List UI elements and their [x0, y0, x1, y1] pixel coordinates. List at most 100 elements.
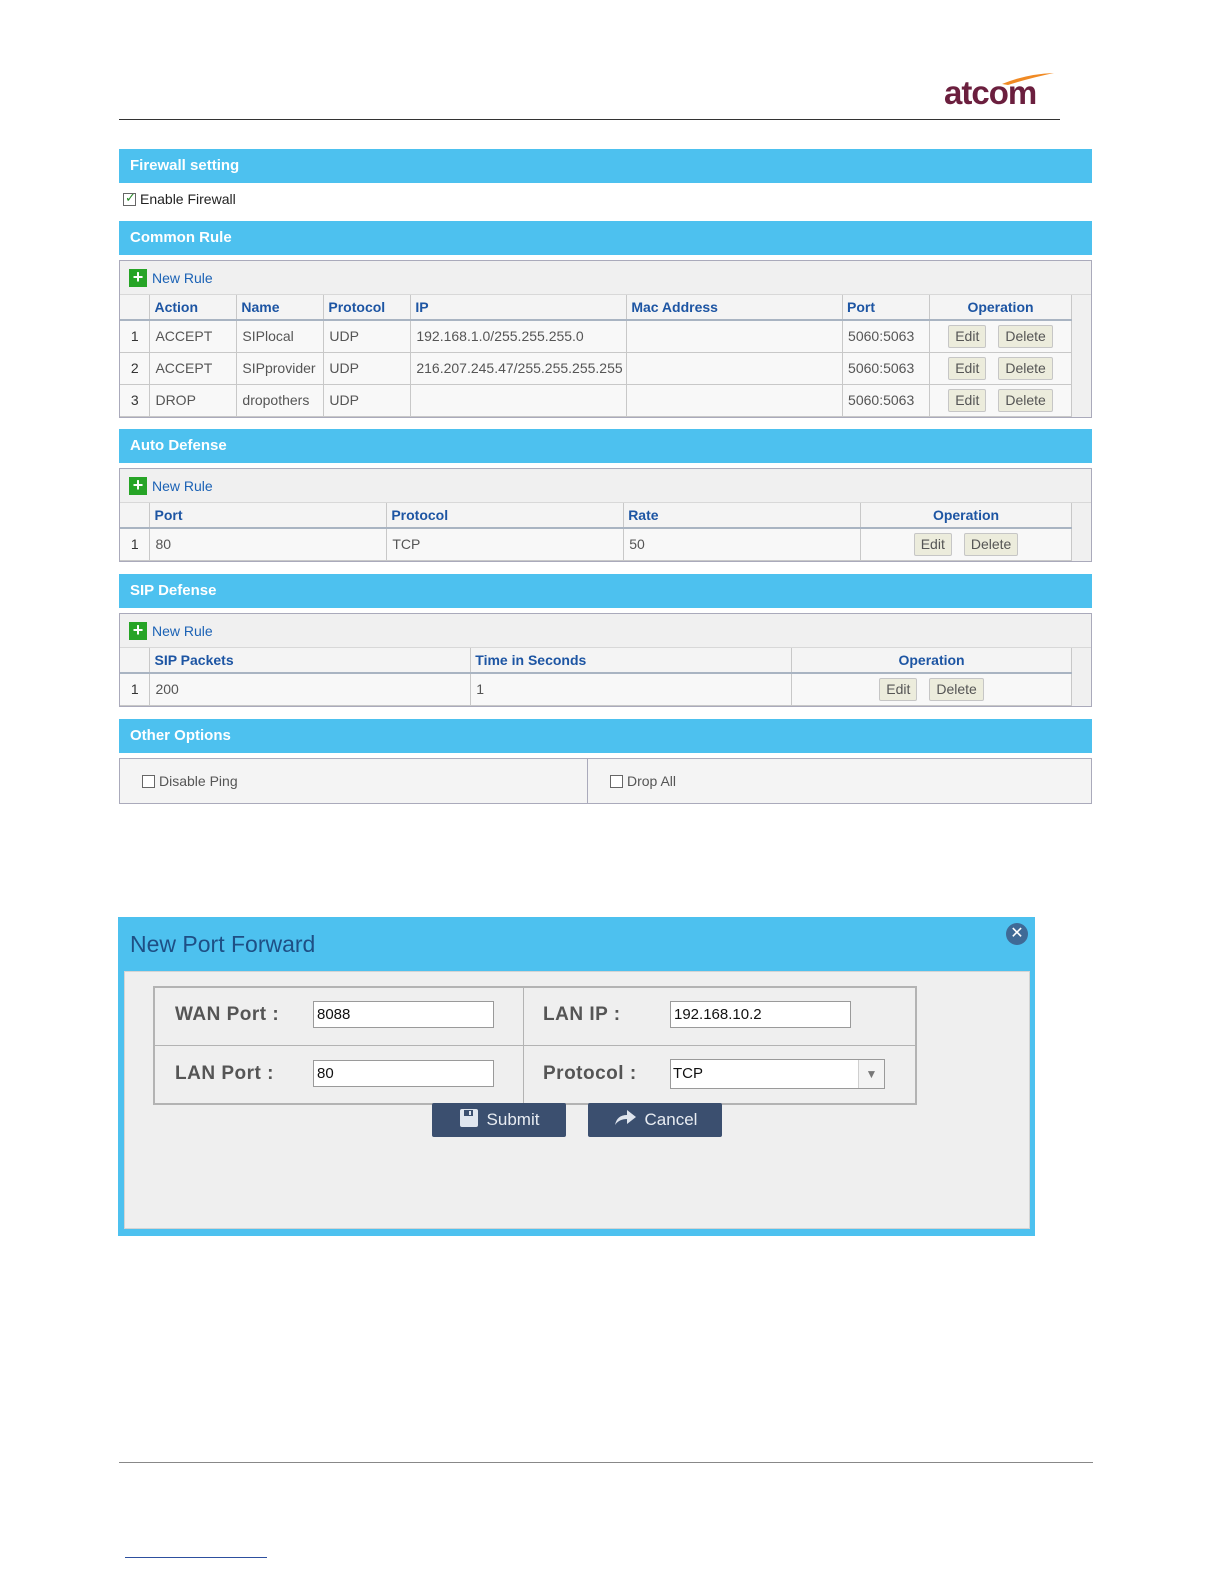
- cell-name: SIPprovider: [236, 352, 325, 385]
- checkbox-icon[interactable]: [123, 190, 136, 206]
- column-header-operation: Operation: [929, 295, 1072, 321]
- cell-port: 5060:5063: [842, 384, 931, 417]
- column-header-protocol: Protocol: [386, 503, 625, 529]
- auto-defense-section: Auto Defense + New Rule Port Protocol Ra…: [119, 429, 1092, 562]
- sip-defense-table: SIP Packets Time in Seconds Operation 1 …: [120, 648, 1072, 706]
- column-header-sip-packets: SIP Packets: [149, 648, 472, 674]
- new-rule-label: New Rule: [152, 622, 213, 639]
- column-header-name: Name: [236, 295, 325, 321]
- lan-ip-label: LAN IP :: [543, 1004, 621, 1025]
- auto-defense-title: Auto Defense: [119, 429, 1092, 463]
- table-row: 3 DROP dropothers UDP 5060:5063 Edit Dele…: [120, 384, 1072, 417]
- firewall-setting-title: Firewall setting: [119, 149, 1092, 183]
- submit-button[interactable]: Submit: [432, 1103, 566, 1137]
- table-row: 2 ACCEPT SIPprovider UDP 216.207.245.47/…: [120, 352, 1072, 385]
- port-forward-form: WAN Port : 8088 LAN IP : 192.168.10.2 LA…: [153, 986, 917, 1105]
- protocol-select[interactable]: TCP ▼: [670, 1059, 885, 1089]
- table-row: 1 ACCEPT SIPlocal UDP 192.168.1.0/255.25…: [120, 320, 1072, 353]
- cell-name: dropothers: [236, 384, 325, 417]
- disable-ping-label: Disable Ping: [159, 773, 238, 789]
- chevron-down-icon[interactable]: ▼: [858, 1060, 884, 1088]
- enable-firewall-option[interactable]: Enable Firewall: [123, 190, 236, 207]
- lan-port-input[interactable]: 80: [313, 1060, 494, 1087]
- common-rule-table: Action Name Protocol IP Mac Address Port…: [120, 295, 1072, 417]
- cell-port: 5060:5063: [842, 352, 931, 385]
- edit-button[interactable]: Edit: [879, 677, 918, 701]
- plus-icon: +: [129, 268, 147, 287]
- checkbox-icon[interactable]: [610, 774, 623, 788]
- table-row: 1 80 TCP 50 Edit Delete: [120, 528, 1072, 561]
- new-rule-link[interactable]: + New Rule: [120, 614, 1091, 648]
- protocol-label: Protocol :: [543, 1063, 637, 1084]
- column-header-rate: Rate: [623, 503, 862, 529]
- drop-all-option[interactable]: Drop All: [588, 759, 676, 803]
- submit-label: Submit: [486, 1110, 540, 1129]
- cell-operation: Edit Delete: [860, 528, 1072, 561]
- column-header-protocol: Protocol: [323, 295, 412, 321]
- cell-name: SIPlocal: [236, 320, 325, 353]
- other-options-section: Other Options Disable Ping Drop All: [119, 719, 1092, 804]
- cell-operation: Edit Delete: [929, 352, 1072, 385]
- column-header-action: Action: [149, 295, 238, 321]
- auto-defense-table: Port Protocol Rate Operation 1 80 TCP 50…: [120, 503, 1072, 561]
- lan-ip-input[interactable]: 192.168.10.2: [670, 1001, 851, 1028]
- wan-port-input[interactable]: 8088: [313, 1001, 494, 1028]
- lan-port-label: LAN Port :: [175, 1063, 274, 1084]
- column-header-ip: IP: [410, 295, 628, 321]
- atcom-logo: atcom: [944, 72, 1058, 111]
- common-rule-table-box: + New Rule Action Name Protocol IP Mac A…: [119, 260, 1092, 418]
- footer-divider: [119, 1462, 1093, 1463]
- column-header-operation: Operation: [791, 648, 1072, 674]
- delete-button[interactable]: Delete: [998, 324, 1053, 348]
- cell-port: 80: [149, 528, 388, 561]
- cell-operation: Edit Delete: [791, 673, 1072, 706]
- cell-protocol: UDP: [323, 384, 412, 417]
- firewall-setting-section: Firewall setting: [119, 149, 1092, 183]
- close-icon[interactable]: ✕: [1006, 923, 1028, 945]
- new-rule-label: New Rule: [152, 269, 213, 286]
- new-rule-link[interactable]: + New Rule: [120, 469, 1091, 503]
- row-index: 1: [120, 320, 151, 353]
- cell-action: ACCEPT: [149, 320, 238, 353]
- disable-ping-option[interactable]: Disable Ping: [120, 759, 588, 803]
- enable-firewall-label: Enable Firewall: [140, 191, 236, 207]
- wan-port-label: WAN Port :: [175, 1004, 280, 1025]
- common-rule-section: Common Rule + New Rule Action Name Proto…: [119, 221, 1092, 418]
- plus-icon: +: [129, 476, 147, 495]
- delete-button[interactable]: Delete: [998, 356, 1053, 380]
- plus-icon: +: [129, 621, 147, 640]
- row-index: 1: [120, 673, 151, 706]
- other-options-title: Other Options: [119, 719, 1092, 753]
- delete-button[interactable]: Delete: [998, 388, 1053, 412]
- column-header-index: [120, 648, 151, 674]
- cell-mac: [626, 320, 844, 353]
- checkbox-icon[interactable]: [142, 774, 155, 788]
- edit-button[interactable]: Edit: [913, 532, 952, 556]
- delete-button[interactable]: Delete: [929, 677, 984, 701]
- cell-ip: [410, 384, 628, 417]
- column-header-index: [120, 503, 151, 529]
- column-header-time-in-seconds: Time in Seconds: [470, 648, 793, 674]
- column-header-port: Port: [149, 503, 388, 529]
- edit-button[interactable]: Edit: [948, 388, 987, 412]
- common-rule-title: Common Rule: [119, 221, 1092, 255]
- save-icon: [459, 1108, 479, 1133]
- cell-protocol: TCP: [386, 528, 625, 561]
- protocol-select-value: TCP: [673, 1065, 703, 1082]
- cancel-button[interactable]: Cancel: [588, 1103, 722, 1137]
- edit-button[interactable]: Edit: [948, 324, 987, 348]
- new-rule-link[interactable]: + New Rule: [120, 261, 1091, 295]
- cell-sip-packets: 200: [149, 673, 472, 706]
- row-index: 1: [120, 528, 151, 561]
- column-header-index: [120, 295, 151, 321]
- edit-button[interactable]: Edit: [948, 356, 987, 380]
- sip-defense-table-box: + New Rule SIP Packets Time in Seconds O…: [119, 613, 1092, 707]
- dialog-body: WAN Port : 8088 LAN IP : 192.168.10.2 LA…: [124, 971, 1030, 1229]
- auto-defense-table-box: + New Rule Port Protocol Rate Operation …: [119, 468, 1092, 562]
- footer-link-underline: [125, 1557, 267, 1558]
- delete-button[interactable]: Delete: [963, 532, 1019, 556]
- cell-ip: 192.168.1.0/255.255.255.0: [410, 320, 628, 353]
- dialog-title: New Port Forward: [130, 931, 316, 957]
- logo-text: atcom: [944, 74, 1037, 111]
- column-header-mac-address: Mac Address: [626, 295, 844, 321]
